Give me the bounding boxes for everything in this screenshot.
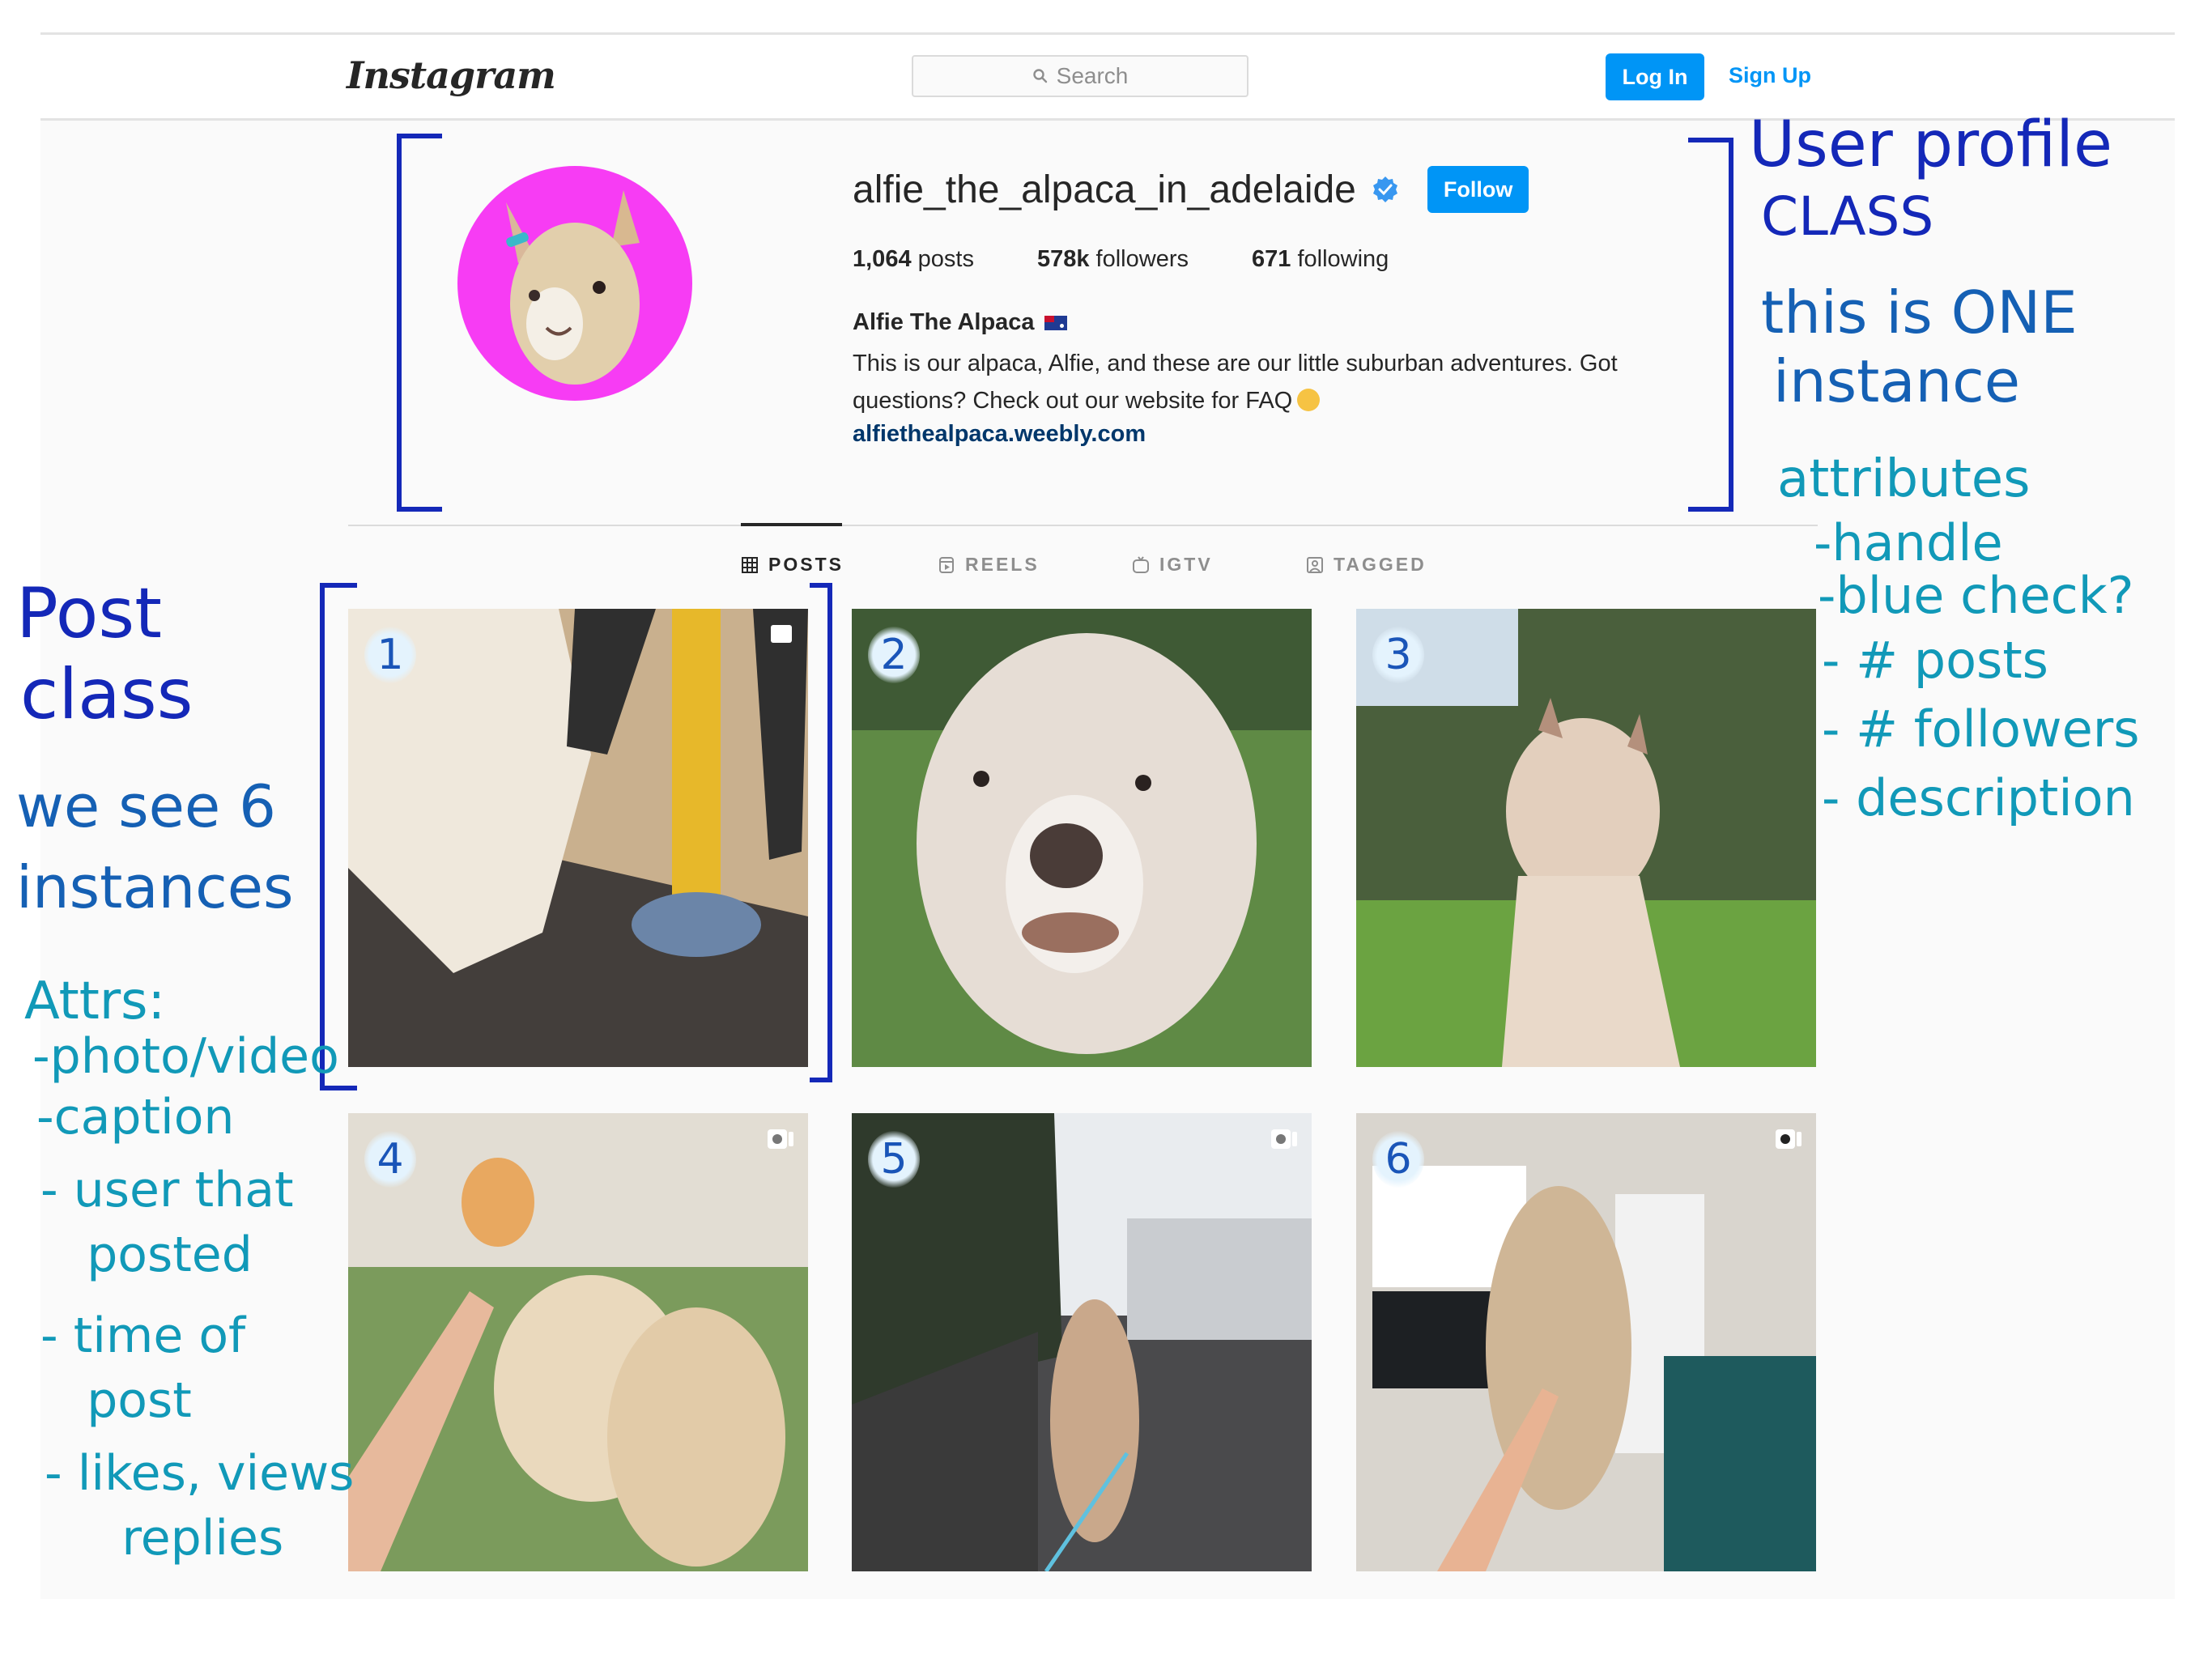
post-number-badge: 4 — [364, 1131, 416, 1188]
video-icon — [768, 1129, 793, 1149]
post-tile-5[interactable]: 5 — [852, 1113, 1312, 1571]
annotation-attr: replies — [45, 1510, 284, 1567]
profile-website-link[interactable]: alfiethealpaca.weebly.com — [853, 421, 1146, 448]
post-tile-2[interactable]: 2 — [852, 609, 1312, 1067]
tab-posts-label: POSTS — [768, 554, 844, 575]
reels-icon — [939, 556, 954, 573]
profile-stats: 1,064 posts 578k followers 671 following — [853, 246, 1389, 273]
tab-igtv-label: IGTV — [1159, 554, 1213, 575]
post-number-badge: 2 — [868, 627, 920, 683]
alpaca-avatar-image — [506, 190, 640, 385]
annotation-attr: posted — [40, 1226, 253, 1283]
post-number-badge: 6 — [1372, 1131, 1424, 1188]
annotation-attribute: -handle — [1814, 513, 2003, 572]
annotation-post-class: class — [20, 654, 194, 735]
post-number-badge: 5 — [868, 1131, 920, 1188]
posts-count-value: 1,064 — [853, 246, 912, 272]
profile-avatar[interactable] — [457, 166, 692, 401]
tab-igtv[interactable]: IGTV — [1132, 554, 1213, 576]
tagged-icon — [1307, 556, 1323, 573]
post-photo-3 — [1356, 609, 1816, 1067]
post-tile-6[interactable]: 6 — [1356, 1113, 1816, 1571]
annotation-attributes-title: attributes — [1777, 449, 2031, 509]
tab-posts[interactable]: POSTS — [741, 554, 844, 576]
annotation-attr: -photo/video — [32, 1028, 339, 1085]
active-tab-indicator — [741, 523, 842, 526]
followers-count-label: followers — [1095, 246, 1189, 272]
profile-left-bracket — [397, 134, 442, 512]
profile-handle: alfie_the_alpaca_in_adelaide — [853, 168, 1356, 211]
annotation-one-instance-2: instance — [1773, 347, 2021, 415]
bio-line-2: questions? Check out our website for FAQ — [853, 388, 1293, 414]
australian-flag-icon — [1044, 315, 1067, 330]
profile-right-bracket — [1688, 138, 1733, 512]
igtv-icon — [1133, 555, 1149, 573]
followers-count[interactable]: 578k followers — [1037, 246, 1189, 273]
post-tile-1[interactable]: 1 — [348, 609, 808, 1067]
profile-handle-row: alfie_the_alpaca_in_adelaide Follow — [853, 166, 1529, 213]
tab-tagged-label: TAGGED — [1334, 554, 1427, 575]
annotation-attr: - user that — [40, 1162, 294, 1218]
annotation-six-instances-2: instances — [16, 853, 294, 921]
following-count[interactable]: 671 following — [1252, 246, 1389, 273]
annotation-class-label: CLASS — [1761, 185, 1934, 248]
post-tile-4[interactable]: 4 — [348, 1113, 808, 1571]
annotation-attr: post — [40, 1372, 192, 1429]
post-photo-4 — [348, 1113, 808, 1571]
instagram-logo[interactable]: Instagram — [347, 53, 556, 97]
post-left-bracket — [320, 583, 357, 1090]
search-icon — [1032, 69, 1047, 83]
annotation-attr: -caption — [36, 1089, 235, 1146]
annotation-user-profile-title: User profile — [1749, 108, 2112, 181]
post-tile-3[interactable]: 3 — [1356, 609, 1816, 1067]
post-photo-1 — [348, 609, 808, 1067]
profile-bio: This is our alpaca, Alfie, and these are… — [853, 345, 1743, 419]
tab-reels[interactable]: REELS — [938, 554, 1040, 576]
annotation-attribute: -blue check? — [1818, 566, 2134, 625]
annotation-attr: - time of — [40, 1307, 246, 1364]
grid-icon — [742, 556, 758, 573]
video-icon — [1271, 1129, 1297, 1149]
annotation-post-title: Post — [16, 573, 162, 654]
annotation-attribute: - description — [1822, 768, 2135, 827]
annotation-attribute: - # followers — [1822, 699, 2140, 759]
tab-tagged[interactable]: TAGGED — [1306, 554, 1427, 576]
verified-badge-icon — [1372, 176, 1397, 202]
annotation-attr: - likes, views — [45, 1445, 355, 1502]
post-right-bracket — [810, 583, 832, 1082]
post-number-badge: 3 — [1372, 627, 1424, 683]
follow-button[interactable]: Follow — [1427, 166, 1529, 213]
post-photo-2 — [852, 609, 1312, 1067]
post-photo-5 — [852, 1113, 1312, 1571]
annotation-attribute: - # posts — [1822, 631, 2048, 690]
login-button[interactable]: Log In — [1606, 53, 1704, 100]
bio-line-1: This is our alpaca, Alfie, and these are… — [853, 351, 1618, 376]
full-name-text: Alfie The Alpaca — [853, 309, 1035, 335]
video-icon — [1776, 1129, 1802, 1149]
posts-count-label: posts — [917, 246, 974, 272]
post-number-badge: 1 — [364, 627, 416, 683]
signup-link[interactable]: Sign Up — [1729, 63, 1811, 88]
profile-full-name: Alfie The Alpaca — [853, 309, 1067, 336]
post-photo-6 — [1356, 1113, 1816, 1571]
following-count-value: 671 — [1251, 246, 1291, 272]
annotation-attrs-title: Attrs: — [24, 971, 166, 1031]
search-input[interactable]: Search — [912, 55, 1249, 97]
multi-photo-icon — [771, 625, 792, 643]
following-count-label: following — [1297, 246, 1389, 272]
smiling-face-icon — [1297, 389, 1321, 411]
annotation-six-instances-1: we see 6 — [16, 772, 276, 840]
tab-reels-label: REELS — [965, 554, 1040, 575]
annotation-one-instance-1: this is ONE — [1761, 278, 2078, 346]
posts-count: 1,064 posts — [853, 246, 974, 273]
followers-count-value: 578k — [1036, 246, 1090, 272]
tabs-divider — [348, 525, 1818, 526]
search-placeholder: Search — [1056, 63, 1129, 88]
